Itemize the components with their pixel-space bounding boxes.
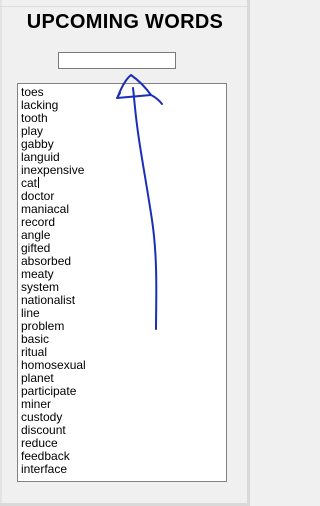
word-list-item[interactable]: angle bbox=[21, 229, 226, 242]
word-list-item[interactable]: record bbox=[21, 216, 226, 229]
word-list-item[interactable]: nationalist bbox=[21, 294, 226, 307]
word-input[interactable] bbox=[58, 52, 176, 69]
window-top-edge bbox=[0, 0, 250, 7]
window-left-edge bbox=[0, 0, 2, 506]
word-list-item[interactable]: interface bbox=[21, 463, 226, 476]
word-list-item[interactable]: lacking bbox=[21, 99, 226, 112]
page-title: UPCOMING WORDS bbox=[26, 11, 224, 33]
word-list: toes lacking tooth play gabby languid inexpens… bbox=[18, 84, 226, 476]
word-list-item[interactable]: inexpensive bbox=[21, 164, 226, 177]
word-list-item[interactable]: participate bbox=[21, 385, 226, 398]
text-cursor bbox=[38, 177, 40, 188]
window-right-edge bbox=[247, 0, 250, 506]
word-list-item[interactable]: basic bbox=[21, 333, 226, 346]
word-list-item[interactable]: problem bbox=[21, 320, 226, 333]
upcoming-words-listbox[interactable]: toes lacking tooth play gabby languid inexpens… bbox=[17, 83, 227, 482]
word-list-item[interactable]: tooth bbox=[21, 112, 226, 125]
